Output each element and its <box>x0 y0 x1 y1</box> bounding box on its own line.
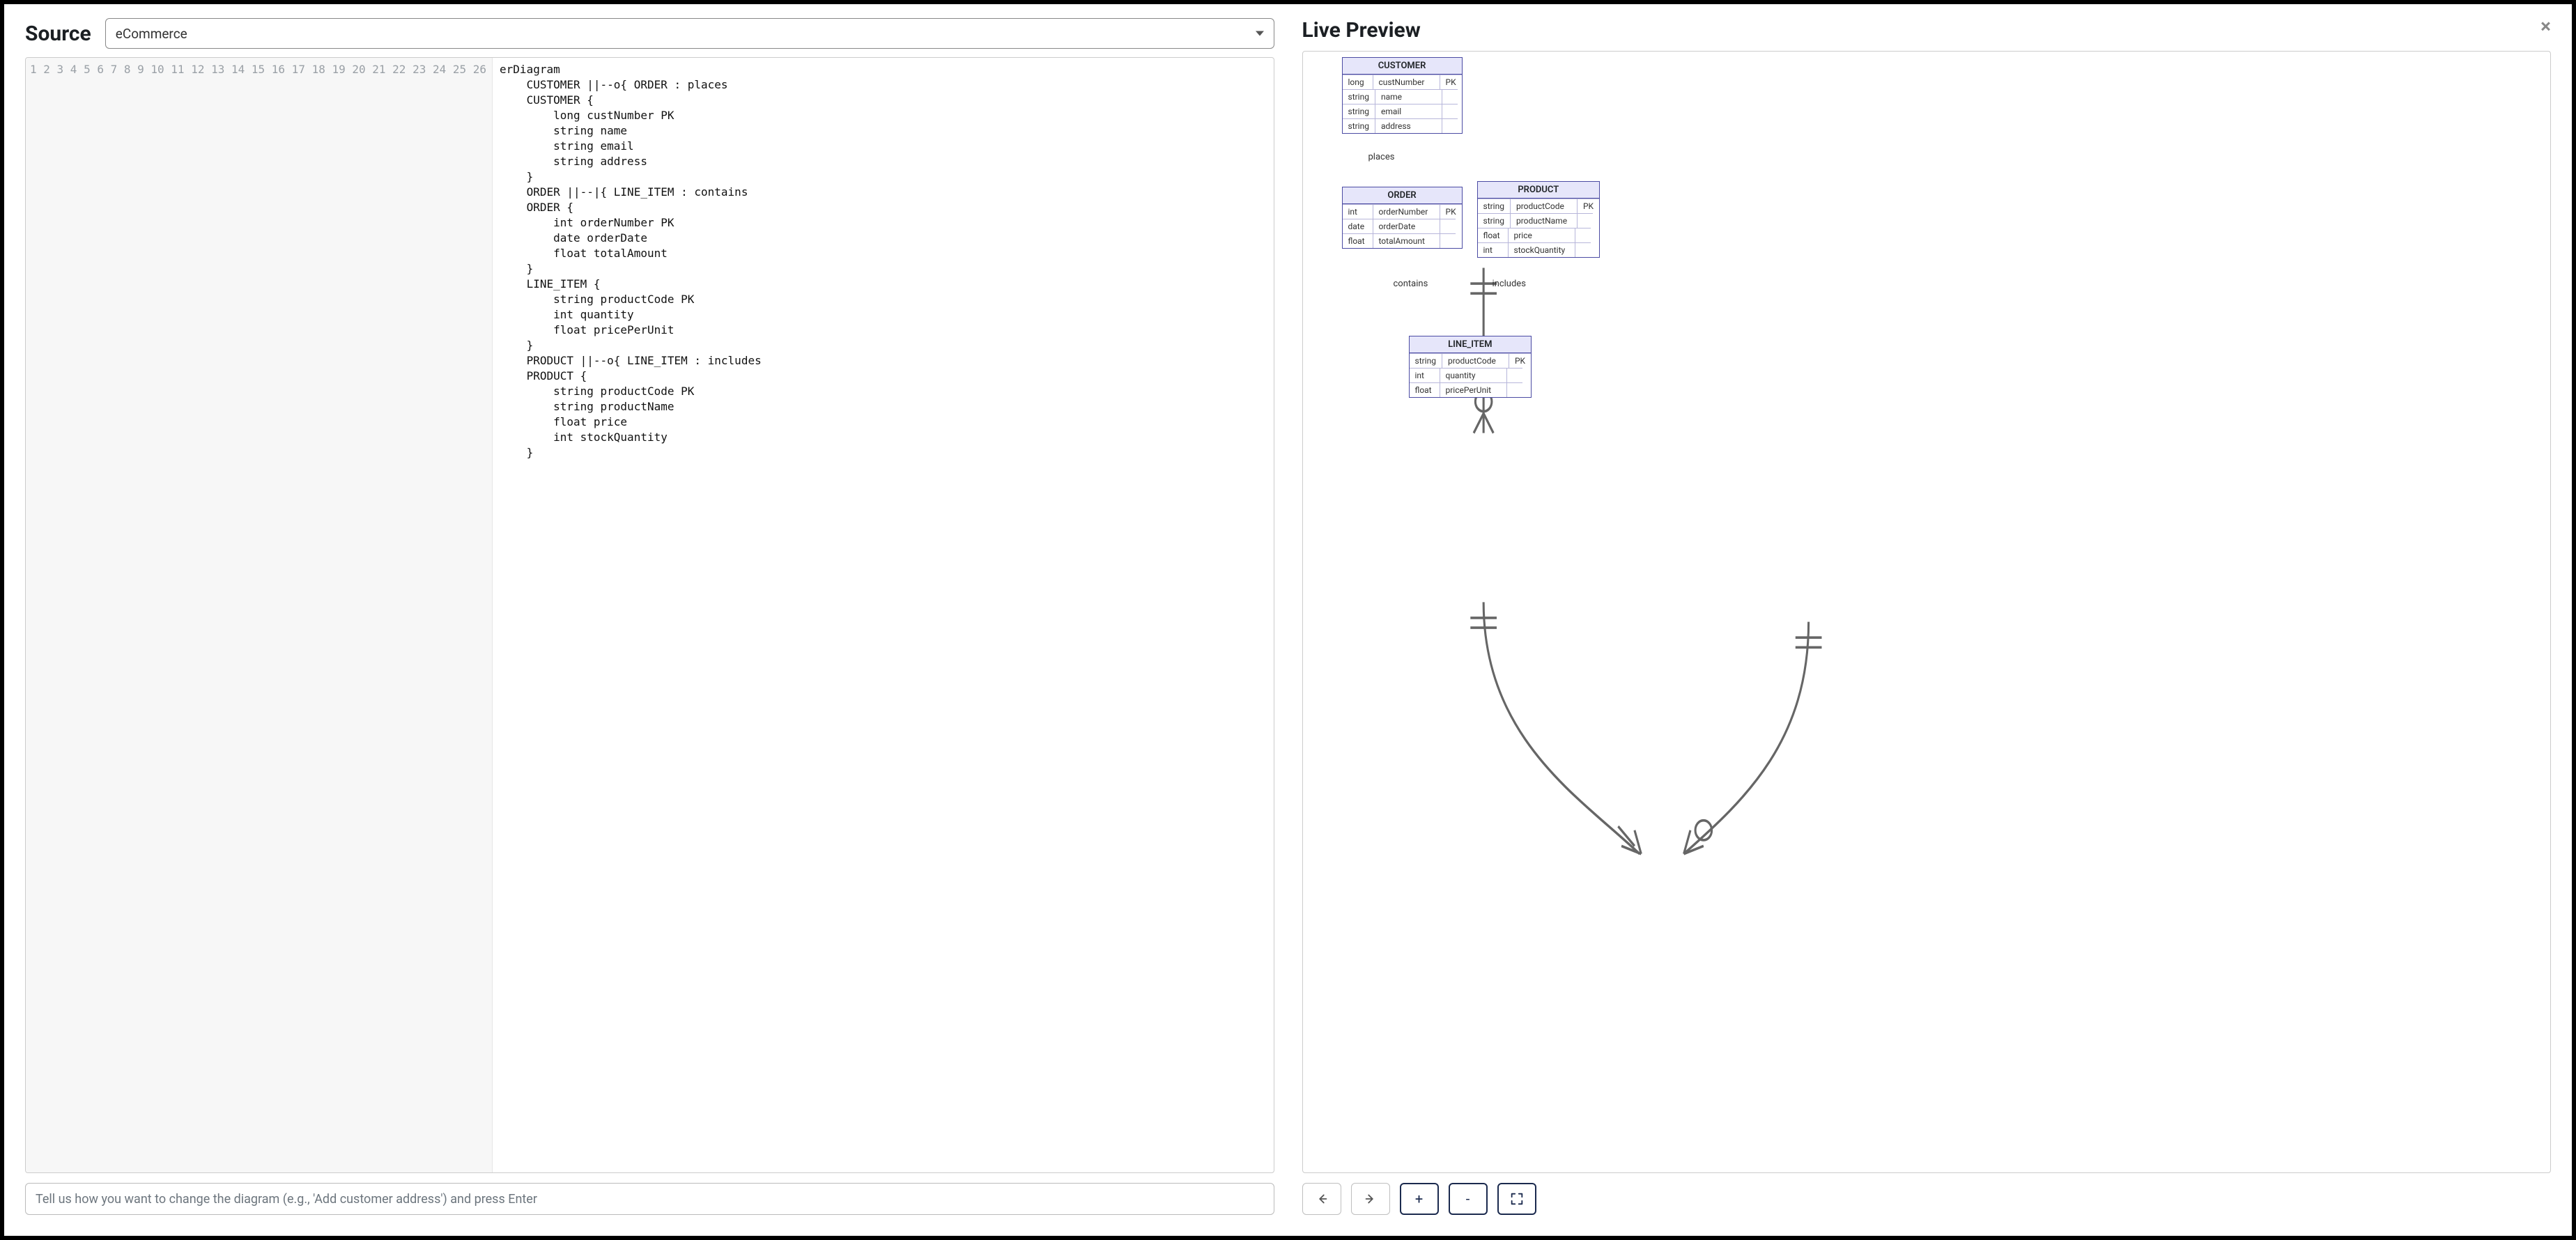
source-panel: Source eCommerce 1 2 3 4 5 6 7 8 9 10 11… <box>25 18 1274 1215</box>
rel-contains: contains <box>1394 279 1428 289</box>
entity-attr-row: floatprice <box>1478 228 1600 242</box>
zoom-in-button[interactable]: + <box>1400 1183 1439 1215</box>
plus-icon: + <box>1415 1191 1423 1207</box>
prompt-input[interactable]: Tell us how you want to change the diagr… <box>25 1183 1274 1215</box>
line-gutter: 1 2 3 4 5 6 7 8 9 10 11 12 13 14 15 16 1… <box>26 58 493 1172</box>
preview-panel: Live Preview <box>1302 18 2552 1215</box>
entity-attr-row: stringproductName <box>1478 213 1600 228</box>
entity-attr-row: floatpricePerUnit <box>1410 382 1532 397</box>
source-dropdown[interactable]: eCommerce <box>105 18 1274 49</box>
entity-attr-row: dateorderDate <box>1343 219 1462 233</box>
entity-attr-row: intorderNumberPK <box>1343 204 1462 219</box>
source-dropdown-value: eCommerce <box>116 26 187 42</box>
minus-icon: - <box>1466 1191 1470 1207</box>
entity-customer-title: CUSTOMER <box>1343 58 1462 75</box>
zoom-out-button[interactable]: - <box>1449 1183 1488 1215</box>
rel-includes: includes <box>1493 279 1526 289</box>
preview-canvas[interactable]: CUSTOMER longcustNumberPKstringnamestrin… <box>1302 51 2552 1173</box>
fullscreen-button[interactable] <box>1497 1183 1536 1215</box>
forward-button[interactable] <box>1351 1183 1390 1215</box>
entity-attr-row: stringemail <box>1343 104 1462 118</box>
entity-attr-row: intstockQuantity <box>1478 242 1600 257</box>
entity-attr-row: longcustNumberPK <box>1343 75 1462 89</box>
preview-toolbar: + - <box>1302 1183 2552 1215</box>
rel-places: places <box>1368 152 1395 162</box>
entity-order-title: ORDER <box>1343 187 1462 204</box>
entity-attr-row: stringname <box>1343 89 1462 104</box>
entity-attr-row: stringproductCodePK <box>1410 353 1532 368</box>
entity-lineitem[interactable]: LINE_ITEM stringproductCodePKintquantity… <box>1409 336 1532 398</box>
arrow-right-icon <box>1363 1191 1378 1207</box>
arrow-left-icon <box>1314 1191 1329 1207</box>
code-editor[interactable]: 1 2 3 4 5 6 7 8 9 10 11 12 13 14 15 16 1… <box>25 57 1274 1173</box>
prompt-placeholder: Tell us how you want to change the diagr… <box>36 1192 537 1207</box>
entity-attr-row: stringaddress <box>1343 118 1462 133</box>
back-button[interactable] <box>1302 1183 1341 1215</box>
close-icon[interactable]: × <box>2540 17 2551 36</box>
entity-attr-row: intquantity <box>1410 368 1532 382</box>
entity-attr-row: floattotalAmount <box>1343 233 1462 248</box>
code-area[interactable]: erDiagram CUSTOMER ||--o{ ORDER : places… <box>493 58 1273 1172</box>
entity-order[interactable]: ORDER intorderNumberPKdateorderDatefloat… <box>1342 187 1463 249</box>
fullscreen-icon <box>1509 1191 1525 1207</box>
entity-lineitem-title: LINE_ITEM <box>1410 336 1532 353</box>
entity-product-title: PRODUCT <box>1478 182 1600 199</box>
entity-attr-row: stringproductCodePK <box>1478 199 1600 213</box>
source-title: Source <box>25 22 91 46</box>
entity-customer[interactable]: CUSTOMER longcustNumberPKstringnamestrin… <box>1342 57 1463 134</box>
entity-product[interactable]: PRODUCT stringproductCodePKstringproduct… <box>1477 181 1601 258</box>
preview-title: Live Preview <box>1302 18 1421 42</box>
